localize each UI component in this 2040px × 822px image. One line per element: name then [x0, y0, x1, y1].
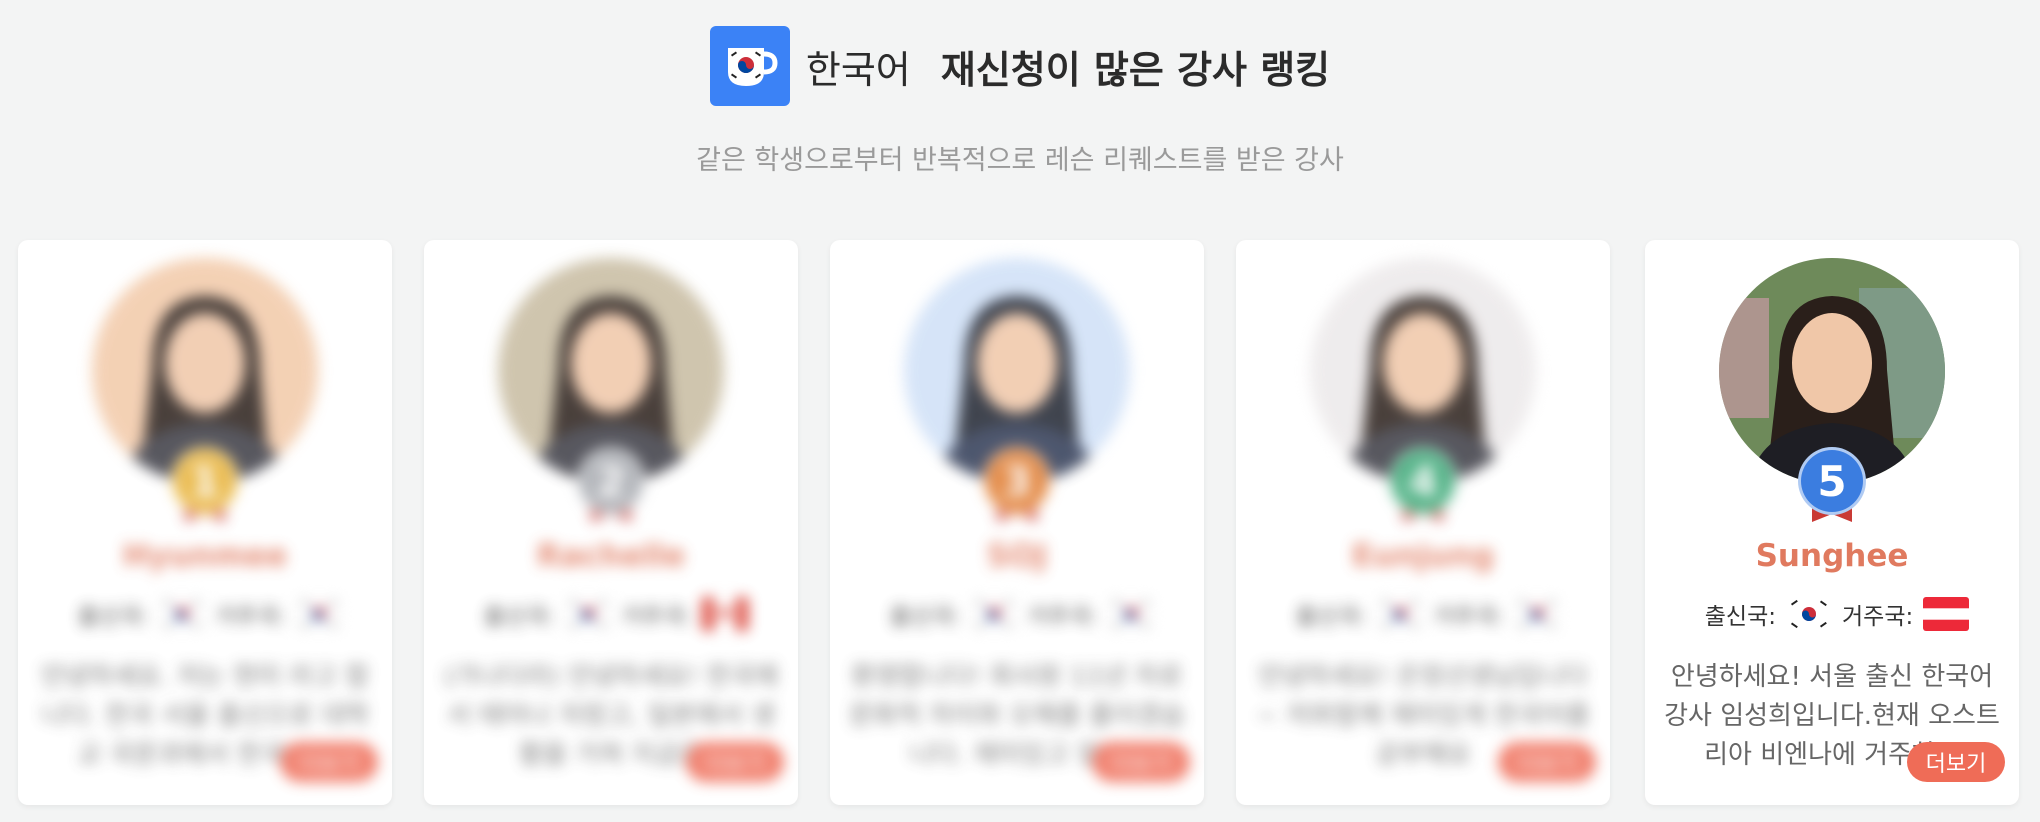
south-korea-flag-icon [565, 597, 611, 631]
south-korea-flag-icon [1377, 597, 1423, 631]
teacher-card-list: 1 Hyunmee 출신국: 거주국: 안녕하세요. 저는 현미 라고 합니다. 한국 … [18, 240, 2022, 805]
teacher-name[interactable]: Hyunmee [18, 538, 392, 574]
page-title: 한국어 재신청이 많은 강사 랭킹 [806, 39, 1330, 94]
origin-label: 출신국: [1704, 604, 1776, 630]
page-subtitle: 같은 학생으로부터 반복적으로 레슨 리퀘스트를 받은 강사 [696, 145, 1344, 176]
teacher-card-eunjung[interactable]: 4 Eunjung 출신국: 거주국: 안녕하세요! 은정선생님입니다~ 저와함께 재미… [1236, 240, 1610, 805]
teacher-name[interactable]: SOJ [830, 538, 1204, 574]
teacher-country-info: 출신국: 거주국: [1645, 597, 2019, 631]
ranking-title: 재신청이 많은 강사 랭킹 [940, 47, 1331, 92]
rank-badge: 4 [1389, 447, 1457, 515]
more-button[interactable]: 더보기 [1092, 742, 1190, 782]
origin-label: 출신국: [1295, 604, 1367, 630]
residence-label: 거주국: [1433, 604, 1505, 630]
teacher-name[interactable]: Sunghee [1645, 538, 2019, 574]
more-button[interactable]: 더보기 [1907, 742, 2005, 782]
more-button[interactable]: 더보기 [1498, 742, 1596, 782]
page-header: 한국어 재신청이 많은 강사 랭킹 [0, 26, 2040, 106]
rank-badge: 5 [1798, 447, 1866, 515]
more-button[interactable]: 더보기 [686, 742, 784, 782]
south-korea-flag-icon [1514, 597, 1561, 631]
teacher-card-hyunmee[interactable]: 1 Hyunmee 출신국: 거주국: 안녕하세요. 저는 현미 라고 합니다. 한국 … [18, 240, 392, 805]
rank-badge: 1 [171, 447, 239, 515]
teacher-country-info: 출신국: 거주국: [424, 597, 798, 631]
residence-label: 거주국: [1842, 604, 1914, 630]
residence-label: 거주국: [1027, 604, 1099, 630]
more-button[interactable]: 더보기 [280, 742, 378, 782]
rank-badge: 3 [983, 447, 1051, 515]
south-korea-flag-icon [1108, 597, 1155, 631]
teacher-card-sunghee[interactable]: 5 Sunghee 출신국: 거주국: 안녕하세요! 서울 출신 한국어 강사 임성희입… [1645, 240, 2019, 805]
rank-badge: 2 [577, 447, 645, 515]
south-korea-flag-icon [159, 597, 205, 631]
teacher-card-rachelle[interactable]: 2 Rachelle 출신국: 거주국: (가나다라) 안녕하세요! 한국에서 태어나 … [424, 240, 798, 805]
origin-label: 출신국: [483, 604, 555, 630]
korean-flag-cup-icon [709, 26, 790, 106]
austria-flag-icon [1923, 597, 1970, 631]
south-korea-flag-icon [296, 597, 343, 631]
teacher-name[interactable]: Rachelle [424, 538, 798, 574]
teacher-name[interactable]: Eunjung [1236, 538, 1610, 574]
language-label: 한국어 [805, 47, 911, 92]
teacher-country-info: 출신국: 거주국: [18, 597, 392, 631]
residence-label: 거주국: [621, 604, 693, 630]
canada-flag-icon [702, 597, 749, 631]
origin-label: 출신국: [77, 604, 149, 630]
teacher-card-soj[interactable]: 3 SOJ 출신국: 거주국: 환영합니다! 회사원 11년 차로 문화적 차이와 오해… [830, 240, 1204, 805]
origin-label: 출신국: [889, 604, 961, 630]
teacher-country-info: 출신국: 거주국: [1236, 597, 1610, 631]
teacher-country-info: 출신국: 거주국: [830, 597, 1204, 631]
residence-label: 거주국: [215, 604, 287, 630]
south-korea-flag-icon [971, 597, 1017, 631]
south-korea-flag-icon [1786, 597, 1832, 631]
